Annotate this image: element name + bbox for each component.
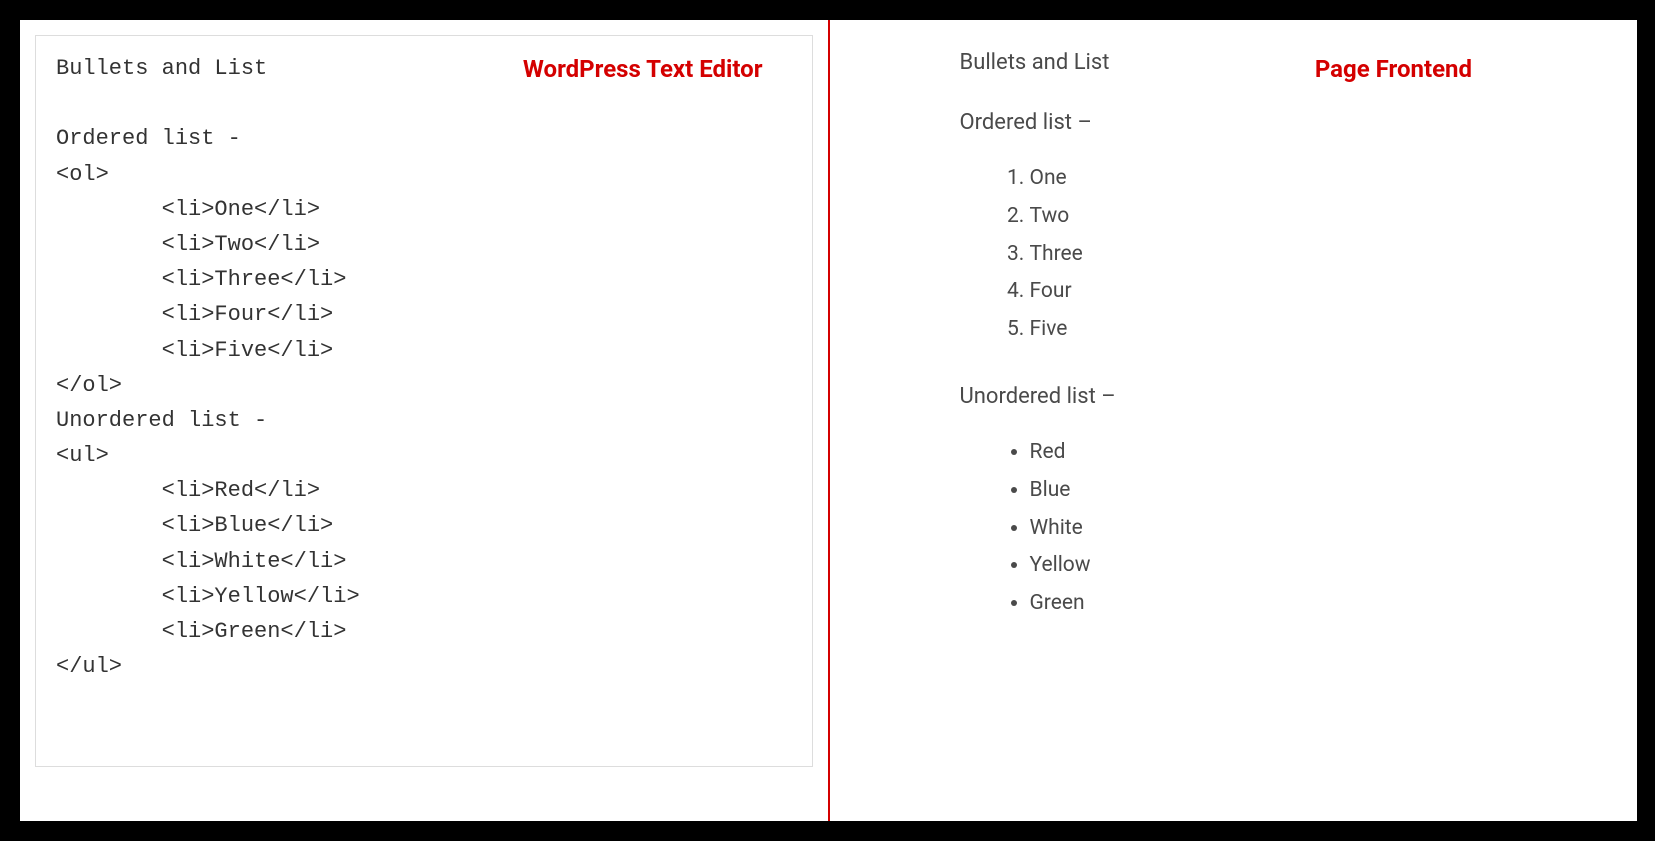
split-view: WordPress Text Editor Bullets and List O… [20, 20, 1635, 821]
frontend-panel-label: Page Frontend [1315, 55, 1472, 83]
list-item: Red [1030, 434, 1498, 472]
unordered-list: Red Blue White Yellow Green [960, 434, 1498, 623]
list-item: One [1030, 160, 1498, 198]
list-item: Four [1030, 273, 1498, 311]
list-item: Yellow [1030, 547, 1498, 585]
list-item: White [1030, 510, 1498, 548]
ordered-list-heading: Ordered list – [960, 110, 1498, 135]
editor-panel-label: WordPress Text Editor [523, 55, 763, 83]
list-item: Two [1030, 198, 1498, 236]
list-item: Three [1030, 236, 1498, 274]
list-item: Five [1030, 311, 1498, 349]
list-item: Green [1030, 585, 1498, 623]
list-item: Blue [1030, 472, 1498, 510]
frontend-panel: Page Frontend Bullets and List Ordered l… [830, 20, 1638, 821]
ordered-list: One Two Three Four Five [960, 160, 1498, 349]
unordered-list-heading: Unordered list – [960, 384, 1498, 409]
editor-panel: WordPress Text Editor Bullets and List O… [20, 20, 828, 821]
text-editor[interactable]: Bullets and List Ordered list - <ol> <li… [35, 35, 813, 767]
